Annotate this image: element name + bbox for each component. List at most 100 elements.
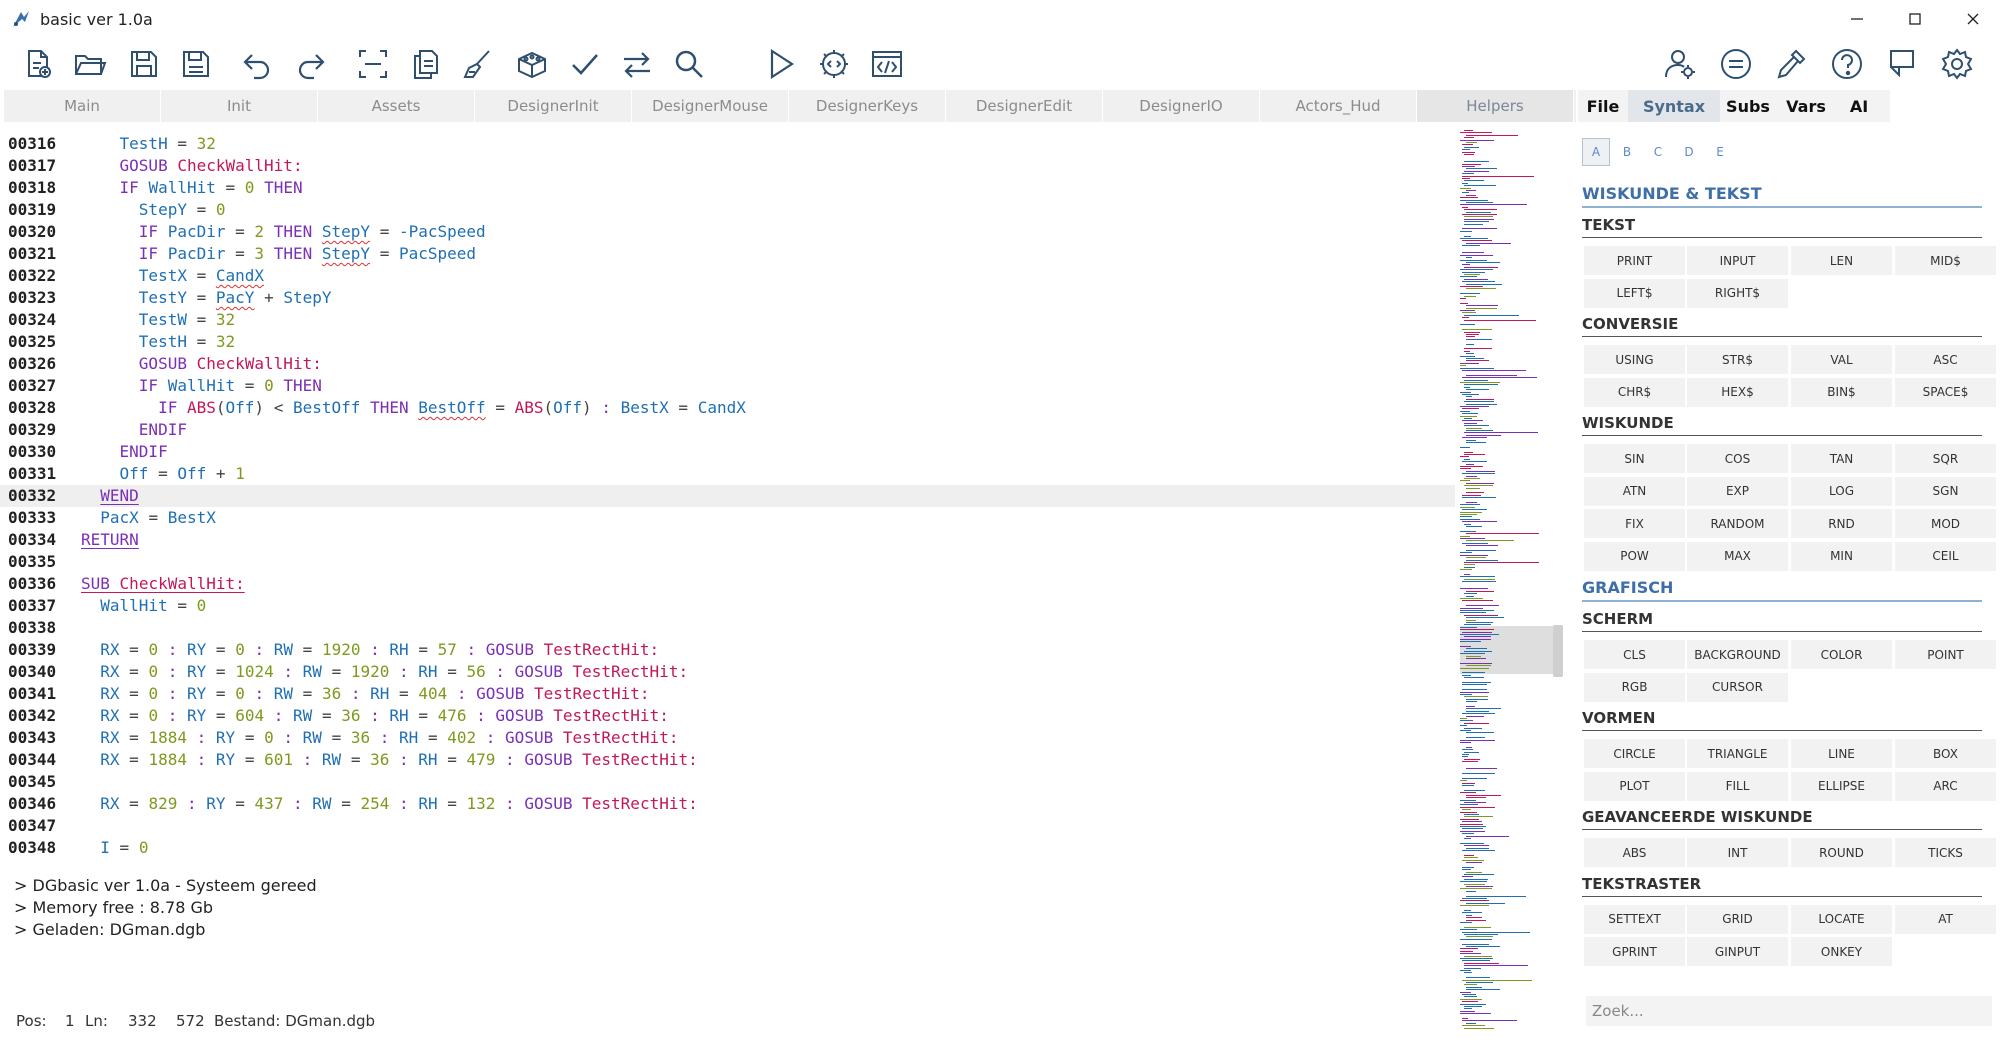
tab-main[interactable]: Main [4,90,161,122]
undo-button[interactable] [236,44,278,84]
compile-button[interactable] [813,44,855,84]
keyword-button-pow[interactable]: POW [1584,541,1685,571]
save-button[interactable] [123,44,165,84]
user-settings-button[interactable] [1659,44,1701,84]
keyword-button-chr[interactable]: CHR$ [1584,377,1685,407]
keyword-button-arc[interactable]: ARC [1895,771,1996,801]
code-line[interactable]: 00318 IF WallHit = 0 THEN [0,177,1455,199]
keyword-button-val[interactable]: VAL [1791,345,1892,374]
code-line[interactable]: 00341 RX = 0 : RY = 0 : RW = 36 : RH = 4… [0,683,1455,705]
keyword-button-rnd[interactable]: RND [1791,509,1892,538]
keyword-button-cos[interactable]: COS [1687,444,1788,473]
keyword-button-atn[interactable]: ATN [1584,476,1685,506]
keyword-button-circle[interactable]: CIRCLE [1584,739,1685,768]
keyword-button-abs[interactable]: ABS [1584,838,1685,867]
tab-designermouse[interactable]: DesignerMouse [632,90,789,122]
code-line[interactable]: 00345 [0,771,1455,793]
tab-helpers[interactable]: Helpers [1417,90,1574,122]
code-window-button[interactable] [866,44,908,84]
keyword-button-triangle[interactable]: TRIANGLE [1687,739,1788,768]
equals-button[interactable] [1715,44,1757,84]
panel-tab-syntax[interactable]: Syntax [1628,90,1720,122]
keyword-button-point[interactable]: POINT [1895,640,1996,669]
code-line[interactable]: 00320 IF PacDir = 2 THEN StepY = -PacSpe… [0,221,1455,243]
code-line[interactable]: 00326 GOSUB CheckWallHit: [0,353,1455,375]
keyword-button-ginput[interactable]: GINPUT [1687,937,1788,966]
code-line[interactable]: 00319 StepY = 0 [0,199,1455,221]
keyword-button-len[interactable]: LEN [1791,246,1892,275]
check-button[interactable] [564,44,606,84]
keyword-button-asc[interactable]: ASC [1895,345,1996,374]
keyword-button-at[interactable]: AT [1895,904,1996,934]
keyword-button-color[interactable]: COLOR [1791,640,1892,669]
keyword-button-using[interactable]: USING [1584,345,1685,374]
redo-button[interactable] [290,44,332,84]
code-line[interactable]: 00344 RX = 1884 : RY = 601 : RW = 36 : R… [0,749,1455,771]
code-line[interactable]: 00337 WallHit = 0 [0,595,1455,617]
package-button[interactable] [511,44,553,84]
code-editor[interactable]: 00316 TestH = 32 00317 GOSUB CheckWallHit… [0,131,1455,867]
code-line[interactable]: 00343 RX = 1884 : RY = 0 : RW = 36 : RH … [0,727,1455,749]
keyword-button-mid[interactable]: MID$ [1895,246,1996,275]
code-line[interactable]: 00335 [0,551,1455,573]
keyword-button-cls[interactable]: CLS [1584,640,1685,669]
keyword-button-left[interactable]: LEFT$ [1584,278,1685,308]
maximize-button[interactable] [1886,0,1944,38]
keyword-button-onkey[interactable]: ONKEY [1791,937,1892,966]
keyword-button-max[interactable]: MAX [1687,541,1788,571]
keyword-button-sqr[interactable]: SQR [1895,444,1996,473]
keyword-button-grid[interactable]: GRID [1687,904,1788,934]
keyword-button-input[interactable]: INPUT [1687,246,1788,275]
letter-filter-c[interactable]: C [1644,138,1672,166]
keyword-button-mod[interactable]: MOD [1895,509,1996,538]
keyword-button-sgn[interactable]: SGN [1895,476,1996,506]
panel-tab-subs[interactable]: Subs [1720,90,1776,122]
code-line[interactable]: 00317 GOSUB CheckWallHit: [0,155,1455,177]
minimize-button[interactable] [1828,0,1886,38]
keyword-button-hex[interactable]: HEX$ [1687,377,1788,407]
keyword-button-exp[interactable]: EXP [1687,476,1788,506]
code-line[interactable]: 00316 TestH = 32 [0,133,1455,155]
settings-button[interactable] [1936,44,1978,84]
code-line[interactable]: 00323 TestY = PacY + StepY [0,287,1455,309]
keyword-button-fix[interactable]: FIX [1584,509,1685,538]
keyword-button-int[interactable]: INT [1687,838,1788,867]
minimap-scrollbar-thumb[interactable] [1553,625,1563,677]
keyword-button-bin[interactable]: BIN$ [1791,377,1892,407]
select-all-button[interactable] [352,44,394,84]
code-line[interactable]: 00336 SUB CheckWallHit: [0,573,1455,595]
keyword-button-plot[interactable]: PLOT [1584,771,1685,801]
keyword-button-cursor[interactable]: CURSOR [1687,672,1788,702]
code-line[interactable]: 00338 [0,617,1455,639]
keyword-button-settext[interactable]: SETTEXT [1584,904,1685,934]
letter-filter-e[interactable]: E [1706,138,1734,166]
code-line[interactable]: 00346 RX = 829 : RY = 437 : RW = 254 : R… [0,793,1455,815]
keyword-button-random[interactable]: RANDOM [1687,509,1788,538]
code-line[interactable]: 00348 I = 0 [0,837,1455,859]
panel-tab-vars[interactable]: Vars [1776,90,1836,122]
tab-designeredit[interactable]: DesignerEdit [946,90,1103,122]
help-button[interactable] [1826,44,1868,84]
keyword-button-space[interactable]: SPACE$ [1895,377,1996,407]
letter-filter-d[interactable]: D [1675,138,1703,166]
code-line[interactable]: 00331 Off = Off + 1 [0,463,1455,485]
keyword-button-box[interactable]: BOX [1895,739,1996,768]
close-button[interactable] [1944,0,2002,38]
keyword-button-background[interactable]: BACKGROUND [1687,640,1788,669]
keyword-button-str[interactable]: STR$ [1687,345,1788,374]
save-as-button[interactable] [175,44,217,84]
panel-tab-file[interactable]: File [1578,90,1628,122]
eyedropper-button[interactable] [1770,44,1812,84]
code-line[interactable]: 00340 RX = 0 : RY = 1024 : RW = 1920 : R… [0,661,1455,683]
keyword-button-ceil[interactable]: CEIL [1895,541,1996,571]
code-minimap[interactable] [1458,128,1558,1033]
keyword-button-ticks[interactable]: TICKS [1895,838,1996,867]
keyword-button-locate[interactable]: LOCATE [1791,904,1892,934]
run-button[interactable] [760,44,802,84]
keyword-button-round[interactable]: ROUND [1791,838,1892,867]
code-line[interactable]: 00325 TestH = 32 [0,331,1455,353]
tab-assets[interactable]: Assets [318,90,475,122]
code-line[interactable]: 00333 PacX = BestX [0,507,1455,529]
tab-init[interactable]: Init [161,90,318,122]
code-line[interactable]: 00322 TestX = CandX [0,265,1455,287]
